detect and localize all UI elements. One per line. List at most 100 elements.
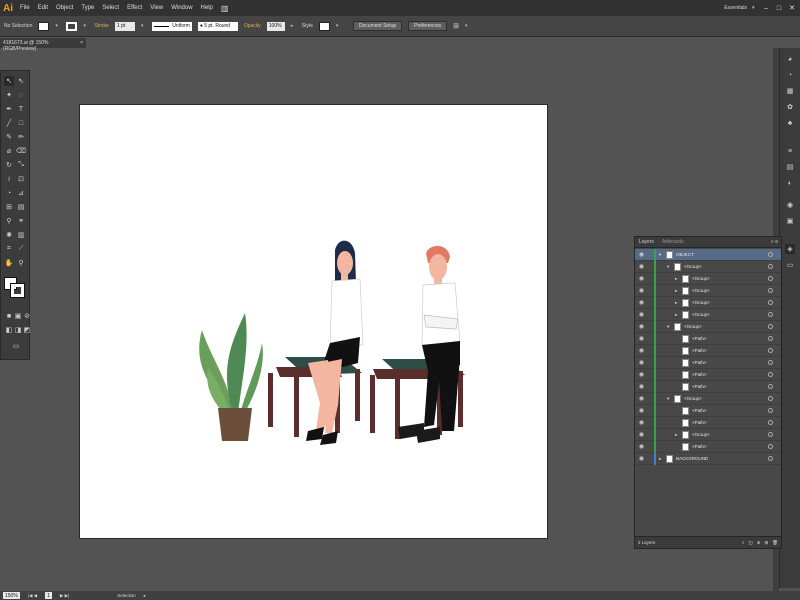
target-circle-icon[interactable] — [768, 408, 773, 413]
locate-object-icon[interactable]: ⌕ — [742, 540, 745, 546]
color-guide-icon[interactable]: ◔ — [785, 70, 795, 80]
target-circle-icon[interactable] — [768, 276, 773, 281]
disclosure-triangle-icon[interactable]: ▾ — [667, 324, 672, 330]
arrange-documents-icon[interactable]: ▥ — [217, 4, 233, 13]
target-circle-icon[interactable] — [768, 252, 773, 257]
layers-panel-icon[interactable]: ◈ — [785, 244, 795, 254]
draw-inside-icon[interactable]: ◩ — [22, 325, 32, 335]
target-circle-icon[interactable] — [768, 396, 773, 401]
perspective-grid-icon[interactable]: ⊿ — [16, 188, 26, 198]
stroke-label[interactable]: Stroke — [94, 23, 108, 29]
stroke-swatch[interactable] — [66, 21, 78, 31]
opacity-field[interactable]: 100% — [266, 21, 285, 31]
target-circle-icon[interactable] — [768, 360, 773, 365]
layer-row[interactable]: ◉ <Path> — [635, 356, 781, 369]
menu-edit[interactable]: Edit — [34, 5, 52, 11]
first-page-icon[interactable]: |◀ ◀ — [28, 593, 37, 599]
target-circle-icon[interactable] — [768, 312, 773, 317]
layer-row[interactable]: ◉ <Path> — [635, 380, 781, 393]
visibility-eye-icon[interactable]: ◉ — [638, 431, 645, 438]
visibility-eye-icon[interactable]: ◉ — [638, 407, 645, 414]
tab-layers[interactable]: Layers — [635, 239, 658, 245]
target-circle-icon[interactable] — [768, 420, 773, 425]
menu-select[interactable]: Select — [98, 5, 123, 11]
layer-row[interactable]: ◉ ▸ <Group> — [635, 272, 781, 285]
visibility-eye-icon[interactable]: ◉ — [638, 455, 645, 462]
layer-row[interactable]: ◉ ▾ <Group> — [635, 392, 781, 405]
status-menu-icon[interactable]: ▸ — [144, 593, 146, 599]
visibility-eye-icon[interactable]: ◉ — [638, 419, 645, 426]
layer-row[interactable]: ◉ <Path> — [635, 440, 781, 453]
visibility-eye-icon[interactable]: ◉ — [638, 371, 645, 378]
layer-row[interactable]: ◉ ▾ <Group> — [635, 320, 781, 333]
chevron-down-icon[interactable]: ▸ — [291, 22, 296, 30]
target-circle-icon[interactable] — [768, 384, 773, 389]
appearance-icon[interactable]: ◉ — [785, 200, 795, 210]
disclosure-triangle-icon[interactable]: ▸ — [675, 276, 680, 282]
make-clipping-mask-icon[interactable]: ◫ — [748, 540, 752, 546]
transparency-icon[interactable]: ◐ — [785, 178, 795, 188]
rotate-icon[interactable]: ↻ — [4, 160, 14, 170]
target-circle-icon[interactable] — [768, 264, 773, 269]
workspace-switcher[interactable]: Essentials — [724, 5, 747, 11]
visibility-eye-icon[interactable]: ◉ — [638, 335, 645, 342]
restore-button[interactable]: □ — [775, 4, 783, 12]
menu-effect[interactable]: Effect — [123, 5, 146, 11]
opacity-label[interactable]: Opacity — [244, 23, 261, 29]
visibility-eye-icon[interactable]: ◉ — [638, 359, 645, 366]
eyedropper-icon[interactable]: ⚲ — [4, 216, 14, 226]
chevron-down-icon[interactable]: ▾ — [141, 22, 146, 30]
lasso-icon[interactable]: ◌ — [16, 90, 26, 100]
target-circle-icon[interactable] — [768, 348, 773, 353]
layer-row[interactable]: ◉ ▾ OBJECT — [635, 248, 781, 261]
disclosure-triangle-icon[interactable]: ▸ — [675, 288, 680, 294]
layer-row[interactable]: ◉ ▸ BACKGROUND — [635, 452, 781, 465]
visibility-eye-icon[interactable]: ◉ — [638, 299, 645, 306]
warp-icon[interactable]: ≀ — [4, 174, 14, 184]
delete-layer-icon[interactable]: 🗑 — [772, 540, 778, 546]
layer-row[interactable]: ◉ ▾ <Group> — [635, 260, 781, 273]
menu-view[interactable]: View — [146, 5, 167, 11]
chevron-down-icon[interactable]: ▾ — [465, 22, 470, 30]
visibility-eye-icon[interactable]: ◉ — [638, 275, 645, 282]
gradient-panel-icon[interactable]: ▤ — [785, 162, 795, 172]
stroke-weight-field[interactable]: 1 pt — [114, 21, 135, 31]
page-field[interactable]: 1 — [45, 592, 52, 599]
zoom-tool-icon[interactable]: ⚲ — [16, 258, 26, 268]
target-circle-icon[interactable] — [768, 432, 773, 437]
visibility-eye-icon[interactable]: ◉ — [638, 347, 645, 354]
target-circle-icon[interactable] — [768, 456, 773, 461]
disclosure-triangle-icon[interactable]: ▾ — [667, 396, 672, 402]
line-tool-icon[interactable]: ╱ — [4, 118, 14, 128]
rectangle-tool-icon[interactable]: □ — [16, 118, 26, 128]
gradient-icon[interactable]: ▤ — [16, 202, 26, 212]
column-graph-icon[interactable]: ▥ — [16, 230, 26, 240]
layer-row[interactable]: ◉ ▸ <Group> — [635, 296, 781, 309]
variable-width-profile[interactable]: Uniform — [151, 21, 192, 31]
none-mode-icon[interactable]: ⊘ — [22, 311, 32, 321]
paintbrush-icon[interactable]: ✎ — [4, 132, 14, 142]
color-panel-icon[interactable]: ◕ — [785, 54, 795, 64]
visibility-eye-icon[interactable]: ◉ — [638, 395, 645, 402]
disclosure-triangle-icon[interactable]: ▸ — [675, 300, 680, 306]
selection-tool-icon[interactable]: ↖ — [4, 76, 14, 86]
next-page-icon[interactable]: ▶ ▶| — [60, 593, 69, 599]
blend-icon[interactable]: ⚭ — [16, 216, 26, 226]
layer-row[interactable]: ◉ <Path> — [635, 416, 781, 429]
zoom-field[interactable]: 150% — [3, 592, 20, 599]
layer-row[interactable]: ◉ ▸ <Group> — [635, 284, 781, 297]
mesh-icon[interactable]: ⊞ — [4, 202, 14, 212]
chevron-down-icon[interactable]: ▾ — [83, 22, 88, 30]
visibility-eye-icon[interactable]: ◉ — [638, 251, 645, 258]
visibility-eye-icon[interactable]: ◉ — [638, 383, 645, 390]
arrange-icon[interactable]: ⊞ — [453, 22, 459, 30]
menu-help[interactable]: Help — [197, 5, 217, 11]
slice-tool-icon[interactable]: ⟋ — [16, 244, 26, 254]
screen-mode-icon[interactable]: ▭ — [11, 341, 21, 351]
brush-definition[interactable]: ● 5 pt. Round — [197, 21, 238, 31]
style-swatch[interactable] — [318, 21, 330, 31]
disclosure-triangle-icon[interactable]: ▾ — [659, 252, 664, 258]
layer-row[interactable]: ◉ <Path> — [635, 368, 781, 381]
layer-row[interactable]: ◉ <Path> — [635, 404, 781, 417]
hand-tool-icon[interactable]: ✋ — [4, 258, 14, 268]
